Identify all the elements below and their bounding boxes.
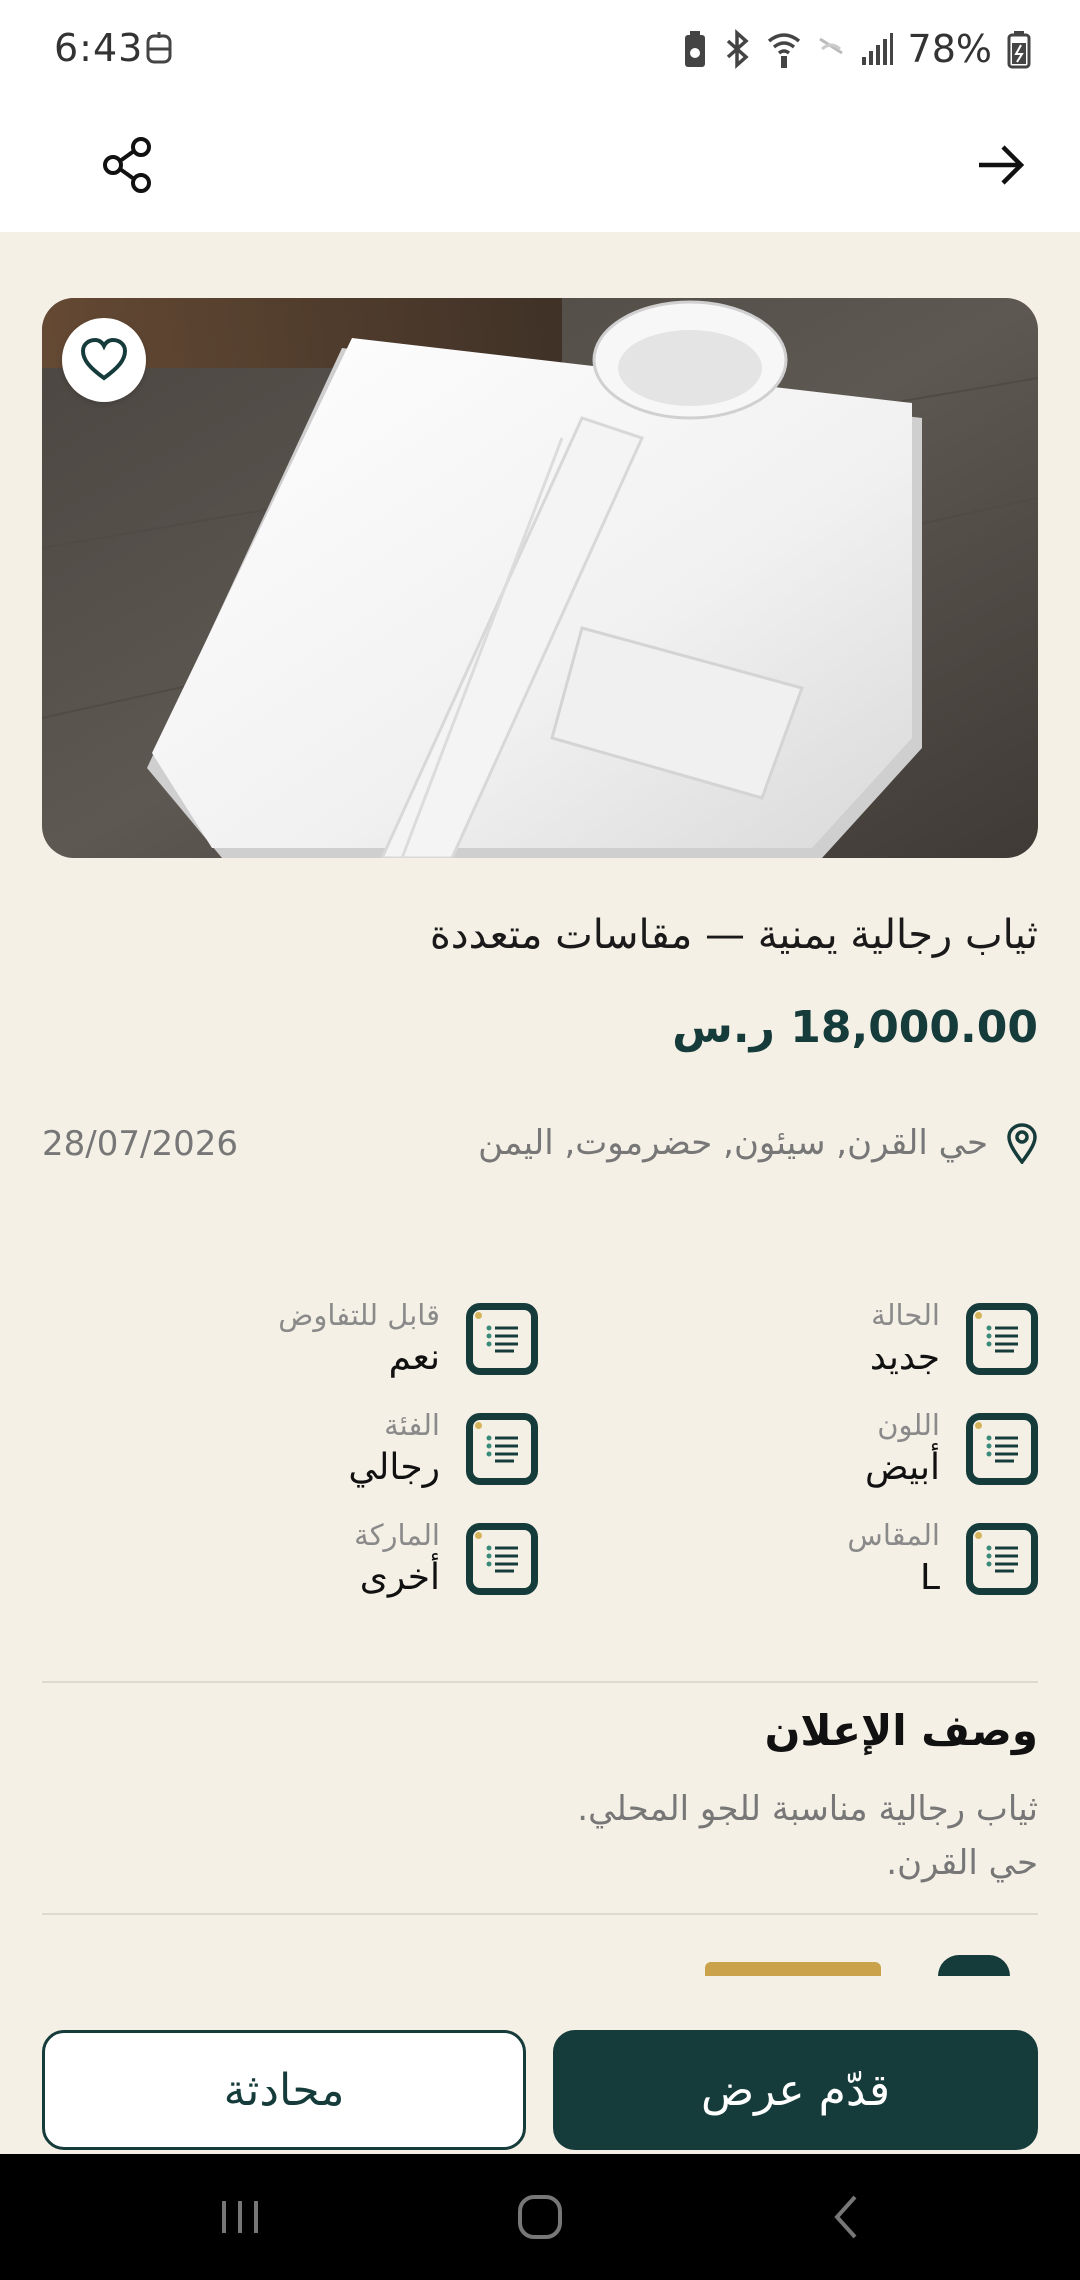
spec-label: الماركة xyxy=(354,1518,440,1552)
spec-value: رجالي xyxy=(348,1447,440,1488)
divider xyxy=(42,1913,1038,1915)
status-time: 6:43 xyxy=(54,26,144,70)
notification-icon xyxy=(146,32,172,64)
thobe-photo xyxy=(42,298,1038,858)
battery-percent: 78% xyxy=(907,27,992,71)
location-pin-icon xyxy=(1007,1123,1037,1164)
system-nav-bar xyxy=(0,2154,1080,2280)
list-icon xyxy=(466,1523,538,1595)
home-icon xyxy=(518,2195,562,2239)
description-title: وصف الإعلان xyxy=(764,1706,1038,1755)
recent-apps-icon xyxy=(222,2201,258,2233)
back-button[interactable] xyxy=(962,126,1040,204)
listing-image[interactable] xyxy=(42,298,1038,858)
no-signal-icon xyxy=(818,37,843,55)
spec-value: أبيض xyxy=(865,1447,940,1488)
signal-icon xyxy=(861,33,893,65)
spec-label: قابل للتفاوض xyxy=(278,1298,440,1332)
seller-badge xyxy=(705,1962,881,1976)
spec-value: أخرى xyxy=(359,1557,440,1598)
spec-label: الفئة xyxy=(384,1408,440,1442)
spec-value: L xyxy=(919,1557,940,1598)
make-offer-button[interactable]: قدّم عرض xyxy=(553,2030,1038,2150)
spec-value: جديد xyxy=(869,1337,940,1378)
chevron-left-icon xyxy=(834,2195,857,2239)
wifi-icon xyxy=(767,33,800,68)
location-text: حي القرن, سيئون, حضرموت, اليمن xyxy=(478,1123,988,1163)
spec-negotiable: قابل للتفاوض نعم xyxy=(278,1296,538,1382)
avatar xyxy=(938,1955,1010,1976)
description-body: ثياب رجالية مناسبة للجو المحلي. حي القرن… xyxy=(42,1782,1038,1890)
favorite-button[interactable] xyxy=(62,318,146,402)
description-line: حي القرن. xyxy=(886,1843,1038,1883)
listing-price: 18,000.00 ر.س xyxy=(672,1002,1038,1053)
list-icon xyxy=(466,1413,538,1485)
arrow-right-icon xyxy=(979,145,1025,185)
spec-label: المقاس xyxy=(847,1518,940,1552)
chat-button[interactable]: محادثة xyxy=(42,2030,526,2150)
home-button[interactable] xyxy=(500,2182,580,2252)
status-icons: 78% xyxy=(682,24,1032,74)
spec-size: المقاس L xyxy=(847,1516,1038,1602)
app-bar xyxy=(0,100,1080,232)
system-back-button[interactable] xyxy=(805,2182,885,2252)
spec-condition: الحالة جديد xyxy=(870,1296,1038,1382)
battery-saver-icon xyxy=(684,31,705,67)
post-date: 28/07/2026 xyxy=(42,1124,238,1164)
spec-category: الفئة رجالي xyxy=(348,1406,538,1492)
status-bar: 6:43 78% xyxy=(0,0,1080,100)
spec-color: اللون أبيض xyxy=(865,1406,1038,1492)
spec-brand: الماركة أخرى xyxy=(354,1516,538,1602)
spec-label: الحالة xyxy=(871,1298,940,1332)
description-line: ثياب رجالية مناسبة للجو المحلي. xyxy=(577,1789,1038,1829)
divider xyxy=(42,1681,1038,1683)
spec-value: نعم xyxy=(388,1337,440,1378)
share-icon xyxy=(103,137,151,193)
location-row: حي القرن, سيئون, حضرموت, اليمن xyxy=(478,1122,1038,1164)
listing-title: ثياب رجالية يمنية — مقاسات متعددة xyxy=(429,912,1038,958)
list-icon xyxy=(466,1303,538,1375)
heart-outline-icon xyxy=(80,338,128,381)
list-icon xyxy=(966,1413,1038,1485)
recent-apps-button[interactable] xyxy=(200,2182,280,2252)
spec-label: اللون xyxy=(877,1408,940,1442)
share-button[interactable] xyxy=(88,126,166,204)
list-icon xyxy=(966,1303,1038,1375)
battery-icon xyxy=(1007,31,1031,69)
list-icon xyxy=(966,1523,1038,1595)
bluetooth-icon xyxy=(726,29,749,69)
